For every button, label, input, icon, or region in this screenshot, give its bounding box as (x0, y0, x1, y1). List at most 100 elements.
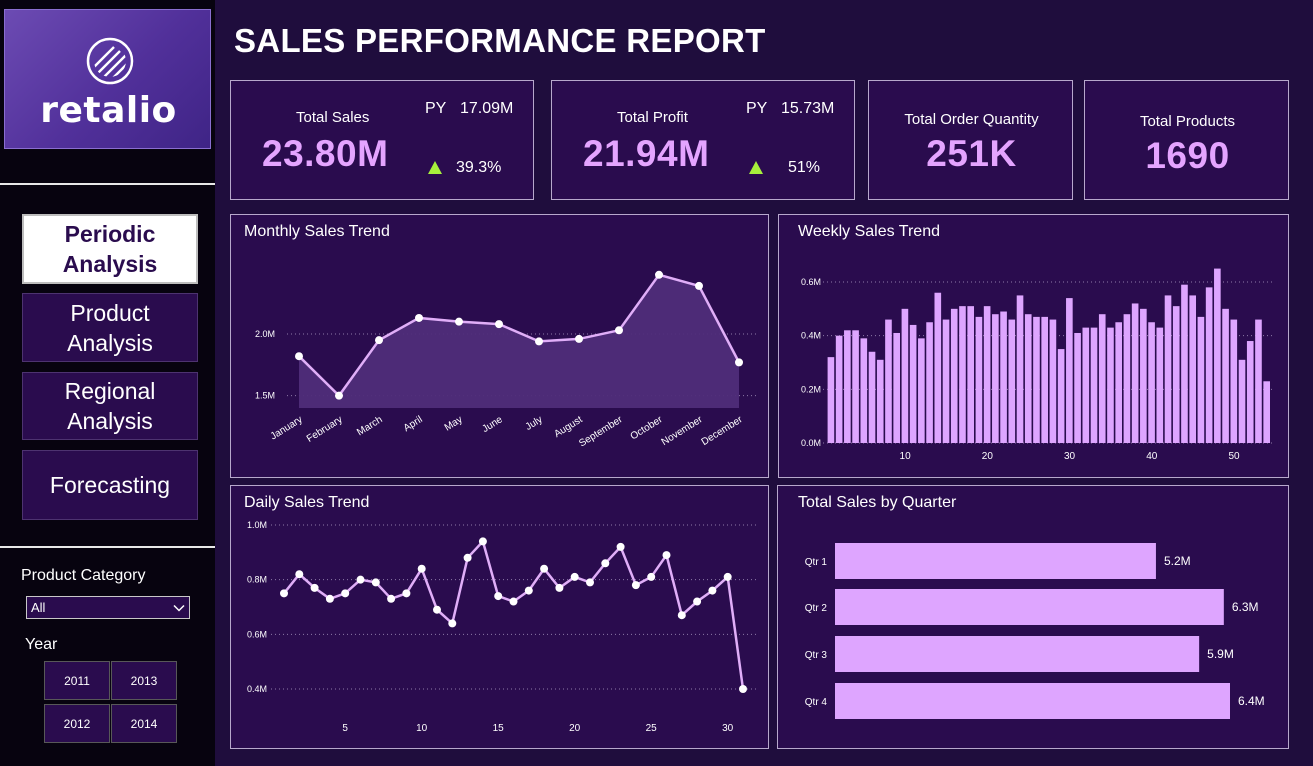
bar (1008, 319, 1016, 443)
x-tick-label: 50 (1228, 451, 1240, 462)
y-tick-label: 0.6M (247, 629, 267, 639)
kpi-total-profit: Total Profit 21.94M PY 15.73M 51% (551, 80, 855, 200)
x-tick-label: May (443, 414, 465, 433)
data-label: 5.2M (1164, 554, 1191, 568)
chevron-down-icon (173, 604, 185, 612)
data-point (433, 605, 441, 614)
bar (893, 332, 900, 443)
x-tick-label: 25 (646, 723, 658, 734)
kpi-value: 21.94M (583, 133, 710, 174)
data-label: 5.9M (1207, 647, 1234, 661)
year-button-2012[interactable]: 2012 (44, 704, 110, 743)
y-tick-label: 0.4M (801, 331, 821, 341)
sales-by-quarter-panel: Total Sales by Quarter Qtr 1 5.2M Qtr 2 6.3… (777, 485, 1289, 749)
data-point (375, 336, 383, 345)
bar (1033, 316, 1040, 443)
x-tick-label: 30 (1064, 451, 1076, 462)
bar (835, 683, 1230, 719)
data-point (341, 589, 350, 598)
data-point (570, 572, 579, 581)
bar (868, 351, 876, 443)
bar (827, 357, 835, 443)
kpi-label: Total Profit (617, 109, 688, 126)
product-category-value: All (31, 600, 46, 615)
data-point (356, 575, 365, 584)
kpi-py-value: 15.73M (781, 100, 835, 117)
bar (1172, 306, 1180, 443)
kpi-total-order-quantity: Total Order Quantity 251K (868, 80, 1073, 200)
page-title: SALES PERFORMANCE REPORT (234, 22, 766, 59)
year-button-2013[interactable]: 2013 (111, 661, 177, 700)
data-point (708, 586, 717, 595)
bar (959, 306, 966, 443)
x-tick-label: 10 (900, 451, 912, 462)
kpi-change: 51% (788, 159, 821, 176)
bar (1246, 341, 1254, 443)
nav-product-analysis[interactable]: Product Analysis (22, 293, 198, 362)
y-tick-label: 1.5M (255, 391, 275, 401)
kpi-value: 1690 (1145, 135, 1230, 176)
data-point (739, 685, 747, 693)
monthly-sales-trend-panel: Monthly Sales Trend 1.5M 2.0M January Febru… (230, 214, 769, 478)
product-category-dropdown[interactable]: All (26, 596, 190, 619)
data-point (463, 553, 472, 562)
data-point (494, 592, 503, 601)
y-tick-label: 0.2M (801, 384, 821, 394)
kpi-label: Total Sales (296, 109, 370, 126)
bar (1238, 359, 1246, 443)
data-point (586, 578, 594, 587)
kpi-py-label: PY (746, 100, 768, 117)
monthly-sales-chart: 1.5M 2.0M January February March April May June… (255, 270, 759, 449)
bar (1222, 308, 1229, 443)
kpi-label: Total Products (1139, 113, 1236, 130)
data-point (555, 583, 564, 592)
logo-mark-icon (86, 37, 134, 85)
nav-regional-analysis[interactable]: Regional Analysis (22, 372, 198, 440)
data-point (535, 337, 543, 346)
bar (1082, 327, 1090, 443)
data-point (455, 317, 463, 326)
bar (1049, 319, 1057, 443)
bar (1131, 303, 1139, 443)
bar (901, 308, 909, 443)
data-label: 6.3M (1232, 600, 1259, 614)
bar (918, 338, 925, 443)
bar (983, 306, 991, 443)
nav-periodic-analysis[interactable]: Periodic Analysis (22, 214, 198, 284)
data-point (335, 391, 343, 400)
data-point (415, 313, 423, 322)
year-button-2011[interactable]: 2011 (44, 661, 110, 700)
year-button-2014[interactable]: 2014 (111, 704, 177, 743)
bar (1024, 314, 1032, 443)
data-label: 6.4M (1238, 694, 1265, 708)
data-point (662, 551, 671, 560)
area-fill (299, 274, 739, 408)
bar (967, 306, 974, 443)
kpi-total-products: Total Products 1690 (1084, 80, 1289, 200)
x-tick-label: January (269, 414, 305, 442)
data-point (495, 320, 503, 329)
x-tick-label: April (402, 414, 425, 434)
bar (1074, 332, 1081, 443)
category-label: Qtr 3 (805, 650, 828, 661)
nav-forecasting[interactable]: Forecasting (22, 450, 198, 520)
bar (876, 359, 884, 443)
brand-name: retalio (40, 90, 177, 131)
sidebar-divider (0, 183, 215, 185)
bar (1255, 319, 1262, 443)
data-point (615, 326, 623, 335)
data-point (478, 537, 487, 546)
category-label: Qtr 2 (805, 603, 828, 614)
up-arrow-icon (428, 161, 442, 174)
data-point (325, 594, 334, 603)
bar (1123, 314, 1131, 443)
x-tick-label: August (552, 414, 584, 440)
y-tick-label: 0.0M (801, 438, 821, 448)
y-tick-label: 0.4M (247, 684, 267, 694)
up-arrow-icon (749, 161, 763, 174)
bar (909, 324, 917, 443)
data-point (677, 611, 686, 620)
bar (1041, 316, 1048, 443)
x-tick-label: 40 (1146, 451, 1158, 462)
bar (1197, 316, 1205, 443)
